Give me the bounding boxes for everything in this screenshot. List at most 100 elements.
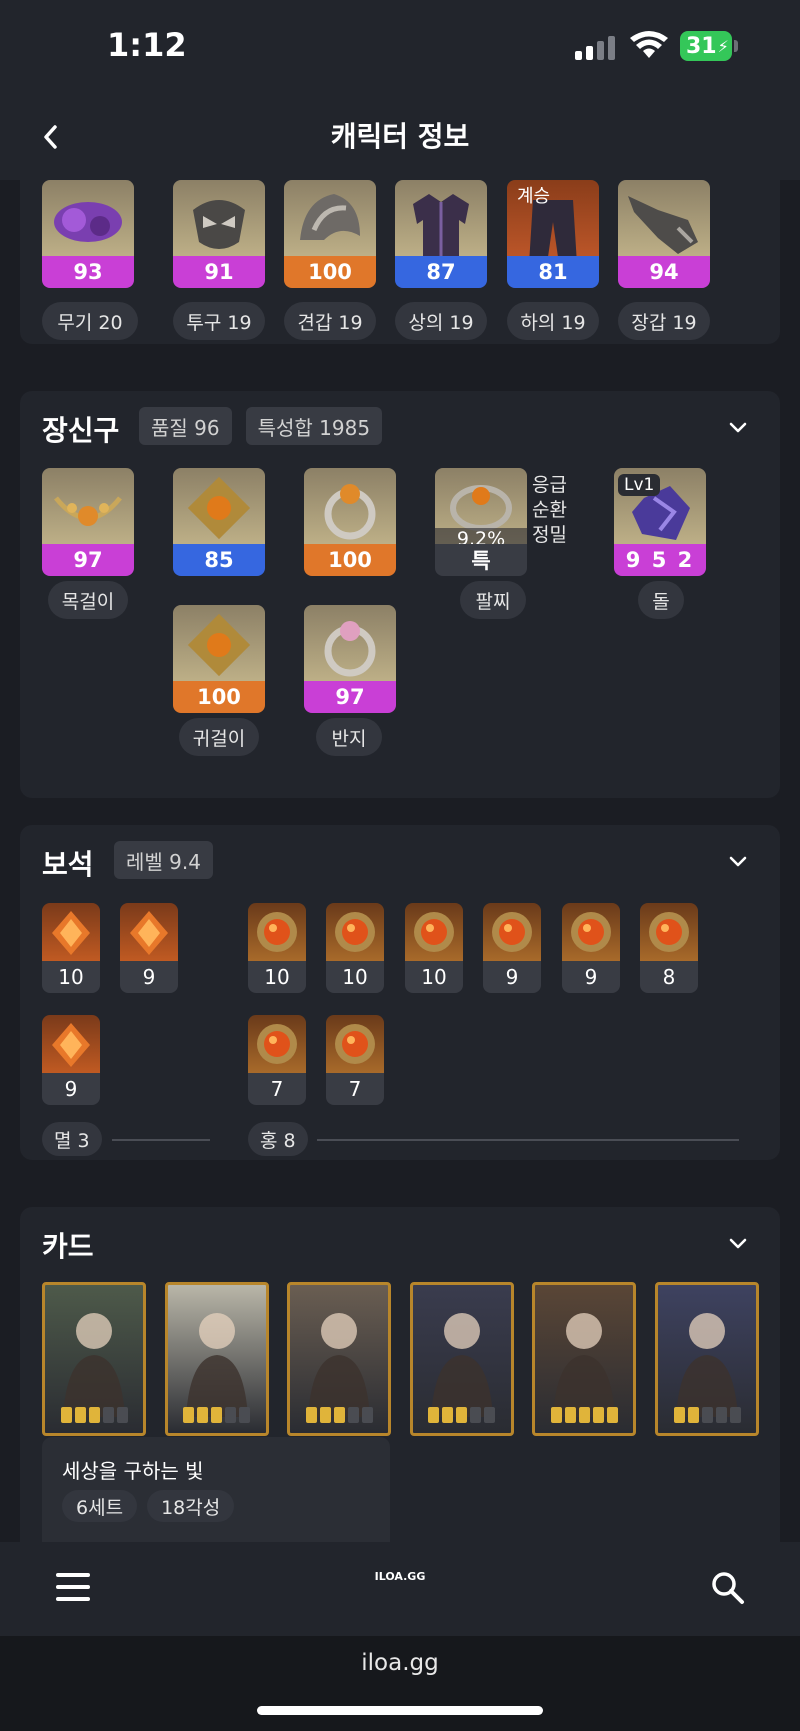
item-quality: 100 bbox=[173, 681, 265, 713]
destruction-gem[interactable]: 10 bbox=[42, 903, 100, 993]
character-card[interactable] bbox=[532, 1282, 637, 1436]
awakening-gem-icon bbox=[578, 1407, 590, 1423]
awakening-gem-icon bbox=[606, 1407, 618, 1423]
awakening-gem-icon bbox=[428, 1407, 440, 1423]
chest-armor-icon bbox=[395, 180, 487, 264]
character-card[interactable] bbox=[164, 1282, 269, 1436]
awakening-gem-icon bbox=[60, 1407, 72, 1423]
ring-label: 반지 bbox=[316, 718, 382, 756]
awakening-indicator bbox=[168, 1407, 266, 1423]
equipment-item-pants[interactable]: 계승 81 bbox=[507, 180, 599, 288]
awakening-gem-icon bbox=[319, 1407, 331, 1423]
gem-level: 10 bbox=[405, 961, 463, 993]
search-icon[interactable] bbox=[710, 1570, 746, 1606]
character-card[interactable] bbox=[655, 1282, 759, 1436]
character-card[interactable] bbox=[409, 1282, 514, 1436]
gem-level: 9 bbox=[120, 961, 178, 993]
awakening-gem-icon bbox=[701, 1407, 713, 1423]
url-text[interactable]: iloa.gg bbox=[0, 1650, 800, 1676]
item-quality: 100 bbox=[304, 544, 396, 576]
chevron-down-icon[interactable] bbox=[726, 1231, 750, 1255]
accessory-bracelet[interactable]: 9.2% 특 bbox=[435, 468, 527, 576]
chevron-down-icon[interactable] bbox=[726, 849, 750, 873]
accessories-title: 장신구 bbox=[42, 414, 120, 447]
cooldown-gem[interactable]: 10 bbox=[405, 903, 463, 993]
set-count-tag: 6세트 bbox=[62, 1490, 138, 1522]
awakening-gem-icon bbox=[729, 1407, 741, 1423]
accessory-earring-2[interactable]: 100 bbox=[173, 605, 265, 713]
succession-label: 계승 bbox=[517, 186, 551, 207]
destruction-summary-line bbox=[112, 1139, 210, 1141]
equipment-label: 무기 20 bbox=[42, 302, 138, 340]
equipment-section: 93 91 100 87 계승 81 94 무기 20 투구 19 견갑 19 … bbox=[20, 180, 780, 344]
bottom-bar: ILOA.GG bbox=[0, 1542, 800, 1636]
home-indicator[interactable] bbox=[257, 1706, 543, 1715]
awakening-gem-icon bbox=[715, 1407, 727, 1423]
awakening-gem-icon bbox=[102, 1407, 114, 1423]
page-title: 캐릭터 정보 bbox=[330, 120, 470, 153]
equipment-label: 하의 19 bbox=[507, 302, 599, 340]
gem-icon bbox=[326, 903, 384, 961]
awakening-gem-icon bbox=[470, 1407, 482, 1423]
cooldown-gem[interactable]: 7 bbox=[326, 1015, 384, 1105]
accessory-ring-2[interactable]: 97 bbox=[304, 605, 396, 713]
card-set-tags: 6세트 18각성 bbox=[62, 1490, 235, 1522]
equipment-item-chest[interactable]: 87 bbox=[395, 180, 487, 288]
battery-cap bbox=[734, 40, 738, 52]
item-quality: 87 bbox=[395, 256, 487, 288]
site-logo[interactable]: ILOA.GG bbox=[0, 1570, 800, 1583]
awakening-gem-icon bbox=[183, 1407, 195, 1423]
status-bar: 1:12 31 ⚡ bbox=[0, 0, 800, 95]
gem-icon bbox=[562, 903, 620, 961]
awakening-gem-icon bbox=[564, 1407, 576, 1423]
accessory-ring-1[interactable]: 100 bbox=[304, 468, 396, 576]
equipment-item-shoulder[interactable]: 100 bbox=[284, 180, 376, 288]
ring-icon bbox=[304, 605, 396, 689]
equipment-item-helmet[interactable]: 91 bbox=[173, 180, 265, 288]
item-quality: 85 bbox=[173, 544, 265, 576]
earring-icon bbox=[173, 468, 265, 552]
stats-tag: 특성합 1985 bbox=[245, 407, 383, 445]
awakening-gem-icon bbox=[361, 1407, 373, 1423]
awakening-indicator bbox=[413, 1407, 511, 1423]
item-quality: 81 bbox=[507, 256, 599, 288]
destruction-gem[interactable]: 9 bbox=[120, 903, 178, 993]
awakening-gem-icon bbox=[74, 1407, 86, 1423]
gem-level: 10 bbox=[42, 961, 100, 993]
cellular-signal-icon bbox=[575, 36, 615, 60]
shoulder-icon bbox=[284, 180, 376, 264]
awakening-gem-icon bbox=[197, 1407, 209, 1423]
item-quality: 94 bbox=[618, 256, 710, 288]
gem-level: 10 bbox=[248, 961, 306, 993]
accessory-earring-1[interactable]: 85 bbox=[173, 468, 265, 576]
gems-title: 보석 bbox=[42, 848, 94, 881]
battery-level: 31 bbox=[686, 33, 717, 59]
character-card[interactable] bbox=[287, 1282, 392, 1436]
gem-icon bbox=[483, 903, 541, 961]
cooldown-gem[interactable]: 9 bbox=[562, 903, 620, 993]
chevron-down-icon[interactable] bbox=[726, 415, 750, 439]
cooldown-gem[interactable]: 10 bbox=[248, 903, 306, 993]
awakening-tag: 18각성 bbox=[147, 1490, 235, 1522]
awakening-gem-icon bbox=[211, 1407, 223, 1423]
cooldown-summary: 홍 8 bbox=[248, 1122, 308, 1156]
equipment-item-weapon[interactable]: 93 bbox=[42, 180, 134, 288]
cooldown-gem[interactable]: 9 bbox=[483, 903, 541, 993]
destruction-gem[interactable]: 9 bbox=[42, 1015, 100, 1105]
gem-icon bbox=[42, 903, 100, 961]
equipment-label: 투구 19 bbox=[173, 302, 265, 340]
cooldown-gem[interactable]: 10 bbox=[326, 903, 384, 993]
gem-level: 8 bbox=[640, 961, 698, 993]
stone-value: 9 5 2 bbox=[614, 544, 706, 576]
equipment-item-gloves[interactable]: 94 bbox=[618, 180, 710, 288]
item-quality: 93 bbox=[42, 256, 134, 288]
ability-stone[interactable]: Lv1 9 5 2 bbox=[614, 468, 706, 576]
accessory-necklace[interactable]: 97 bbox=[42, 468, 134, 576]
cooldown-gem[interactable]: 7 bbox=[248, 1015, 306, 1105]
character-card[interactable] bbox=[42, 1282, 146, 1436]
awakening-gem-icon bbox=[673, 1407, 685, 1423]
cooldown-gem[interactable]: 8 bbox=[640, 903, 698, 993]
nav-bar: 캐릭터 정보 bbox=[0, 95, 800, 180]
scroll-content[interactable]: 93 91 100 87 계승 81 94 무기 20 투구 19 견갑 19 … bbox=[0, 180, 800, 1542]
awakening-gem-icon bbox=[484, 1407, 496, 1423]
